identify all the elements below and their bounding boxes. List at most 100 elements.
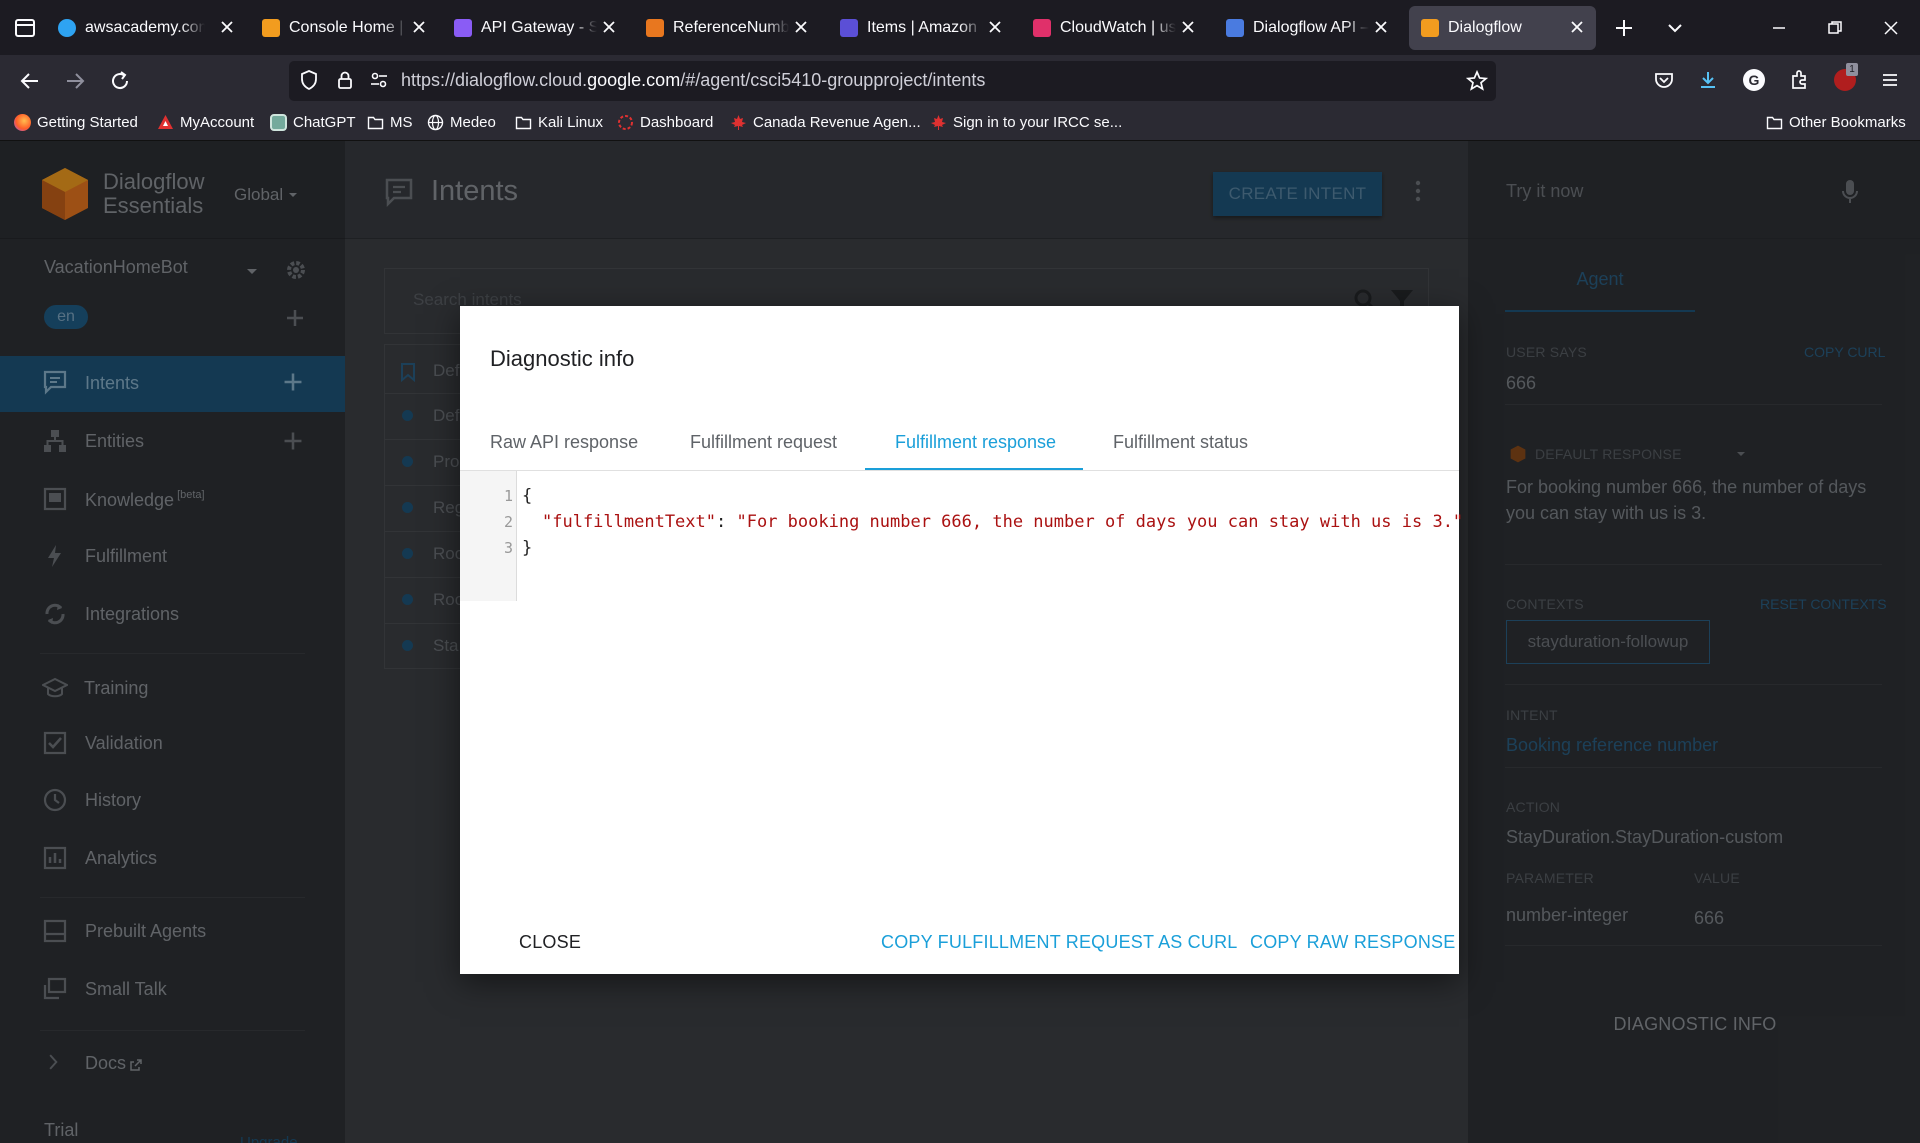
bookmark-label: MyAccount bbox=[180, 114, 255, 131]
firefox-icon bbox=[14, 114, 31, 131]
grammarly-icon[interactable]: G bbox=[1743, 69, 1765, 91]
folder-icon bbox=[367, 116, 384, 130]
tab-favicon-icon bbox=[1421, 19, 1439, 37]
line-number: 1 bbox=[503, 487, 513, 505]
folder-icon bbox=[1766, 116, 1783, 130]
dashboard-icon bbox=[618, 115, 633, 130]
bookmark-star-icon[interactable] bbox=[1465, 69, 1489, 93]
bookmark-item[interactable]: Getting Started bbox=[14, 114, 138, 131]
url-domain: google.com bbox=[587, 70, 681, 90]
reload-icon[interactable] bbox=[108, 69, 132, 93]
shield-icon[interactable] bbox=[298, 69, 320, 91]
forward-icon[interactable] bbox=[63, 69, 87, 93]
browser-tab-active[interactable]: Dialogflow bbox=[1409, 6, 1596, 50]
json-brace: } bbox=[522, 538, 533, 558]
copy-raw-response-button[interactable]: COPY RAW RESPONSE bbox=[1250, 932, 1455, 953]
bookmark-item[interactable]: Dashboard bbox=[617, 114, 713, 131]
tab-favicon-icon bbox=[454, 19, 472, 37]
json-colon: : bbox=[716, 512, 737, 532]
bookmark-item[interactable]: Medeo bbox=[427, 114, 496, 131]
chevron-down-icon[interactable] bbox=[1664, 17, 1686, 39]
json-key: "fulfillmentText" bbox=[542, 512, 716, 532]
tab-title: API Gateway - Sta bbox=[481, 19, 597, 36]
bookmark-item[interactable]: ChatGPT bbox=[270, 114, 356, 131]
bookmark-label: Kali Linux bbox=[538, 114, 604, 131]
bookmark-label: Other Bookmarks bbox=[1789, 114, 1906, 131]
tab-favicon-icon bbox=[646, 19, 664, 37]
bookmark-label: ChatGPT bbox=[293, 114, 356, 131]
browser-tab[interactable]: Items | Amazon D bbox=[840, 6, 1008, 50]
tab-close-icon[interactable] bbox=[792, 18, 810, 36]
browser-tab[interactable]: CloudWatch | us-e bbox=[1033, 6, 1201, 50]
dialog-title: Diagnostic info bbox=[490, 346, 635, 371]
tab-fulfillment-response[interactable]: Fulfillment response bbox=[895, 432, 1056, 453]
tab-close-icon[interactable] bbox=[986, 18, 1004, 36]
bookmark-item[interactable]: Canada Revenue Agen... bbox=[730, 114, 921, 131]
browser-tab[interactable]: awsacademy.com/ bbox=[58, 6, 240, 50]
bookmark-item[interactable]: MyAccount bbox=[157, 114, 254, 131]
close-button[interactable]: CLOSE bbox=[519, 932, 581, 953]
chatgpt-icon bbox=[270, 114, 287, 131]
tab-title: Items | Amazon D bbox=[867, 19, 983, 36]
copy-fulfillment-request-curl-button[interactable]: COPY FULFILLMENT REQUEST AS CURL bbox=[881, 932, 1238, 953]
tab-favicon-icon bbox=[262, 19, 280, 37]
tab-fulfillment-request[interactable]: Fulfillment request bbox=[690, 432, 837, 453]
folder-icon bbox=[515, 116, 532, 130]
globe-icon bbox=[427, 114, 444, 131]
url-text[interactable]: https://dialogflow.cloud.google.com/#/ag… bbox=[401, 70, 985, 91]
tab-title: ReferenceNumber bbox=[673, 19, 789, 36]
back-icon[interactable] bbox=[18, 69, 42, 93]
minimize-icon[interactable] bbox=[1768, 17, 1790, 39]
bookmark-item[interactable]: Sign in to your IRCC se... bbox=[930, 114, 1122, 131]
bookmark-label: Getting Started bbox=[37, 114, 138, 131]
bookmark-label: Canada Revenue Agen... bbox=[753, 114, 921, 131]
bookmark-label: MS bbox=[390, 114, 413, 131]
myaccount-icon bbox=[158, 115, 173, 129]
code-line: "fulfillmentText": "For booking number 6… bbox=[542, 512, 1463, 532]
code-line: { bbox=[522, 486, 532, 506]
tab-list-icon[interactable] bbox=[14, 17, 36, 39]
tab-close-icon[interactable] bbox=[1568, 18, 1586, 36]
diagnostic-info-dialog: Diagnostic info Raw API response Fulfill… bbox=[460, 306, 1463, 974]
other-bookmarks[interactable]: Other Bookmarks bbox=[1766, 114, 1906, 131]
restore-icon[interactable] bbox=[1824, 17, 1846, 39]
tab-close-icon[interactable] bbox=[1179, 18, 1197, 36]
browser-tab[interactable]: Dialogflow API – I bbox=[1226, 6, 1394, 50]
permissions-icon[interactable] bbox=[368, 69, 390, 91]
tab-favicon-icon bbox=[1226, 19, 1244, 37]
tab-favicon-icon bbox=[1033, 19, 1051, 37]
tab-title: CloudWatch | us-e bbox=[1060, 19, 1176, 36]
tab-favicon-icon bbox=[58, 19, 76, 37]
tab-divider bbox=[460, 470, 1459, 471]
url-path: /#/agent/csci5410-groupproject/intents bbox=[680, 70, 986, 90]
browser-tab[interactable]: API Gateway - Sta bbox=[454, 6, 622, 50]
tab-favicon-icon bbox=[840, 19, 858, 37]
browser-tab[interactable]: Console Home | C bbox=[262, 6, 432, 50]
line-number: 3 bbox=[503, 539, 513, 557]
line-number: 2 bbox=[503, 513, 513, 531]
extension-badge: 1 bbox=[1846, 63, 1858, 76]
browser-tab[interactable]: ReferenceNumber bbox=[646, 6, 814, 50]
menu-icon[interactable] bbox=[1879, 69, 1901, 91]
pocket-icon[interactable] bbox=[1653, 69, 1675, 91]
code-line: } bbox=[522, 538, 532, 558]
new-tab-icon[interactable] bbox=[1613, 17, 1635, 39]
tab-raw-api-response[interactable]: Raw API response bbox=[490, 432, 638, 453]
tab-title: Dialogflow API – I bbox=[1253, 19, 1369, 36]
tab-title: Console Home | C bbox=[289, 19, 407, 36]
download-icon[interactable] bbox=[1697, 69, 1719, 91]
lock-icon[interactable] bbox=[334, 69, 356, 91]
tab-fulfillment-status[interactable]: Fulfillment status bbox=[1113, 432, 1248, 453]
bookmark-label: Medeo bbox=[450, 114, 496, 131]
tab-title: awsacademy.com/ bbox=[85, 19, 205, 36]
extensions-icon[interactable] bbox=[1788, 69, 1810, 91]
tab-close-icon[interactable] bbox=[410, 18, 428, 36]
tab-close-icon[interactable] bbox=[600, 18, 618, 36]
bookmark-item[interactable]: MS bbox=[367, 114, 413, 131]
tab-close-icon[interactable] bbox=[1372, 18, 1390, 36]
bookmark-label: Sign in to your IRCC se... bbox=[953, 114, 1123, 131]
tab-close-icon[interactable] bbox=[218, 18, 236, 36]
close-window-icon[interactable] bbox=[1880, 17, 1902, 39]
bookmark-item[interactable]: Kali Linux bbox=[515, 114, 603, 131]
maple-leaf-icon bbox=[931, 115, 946, 130]
